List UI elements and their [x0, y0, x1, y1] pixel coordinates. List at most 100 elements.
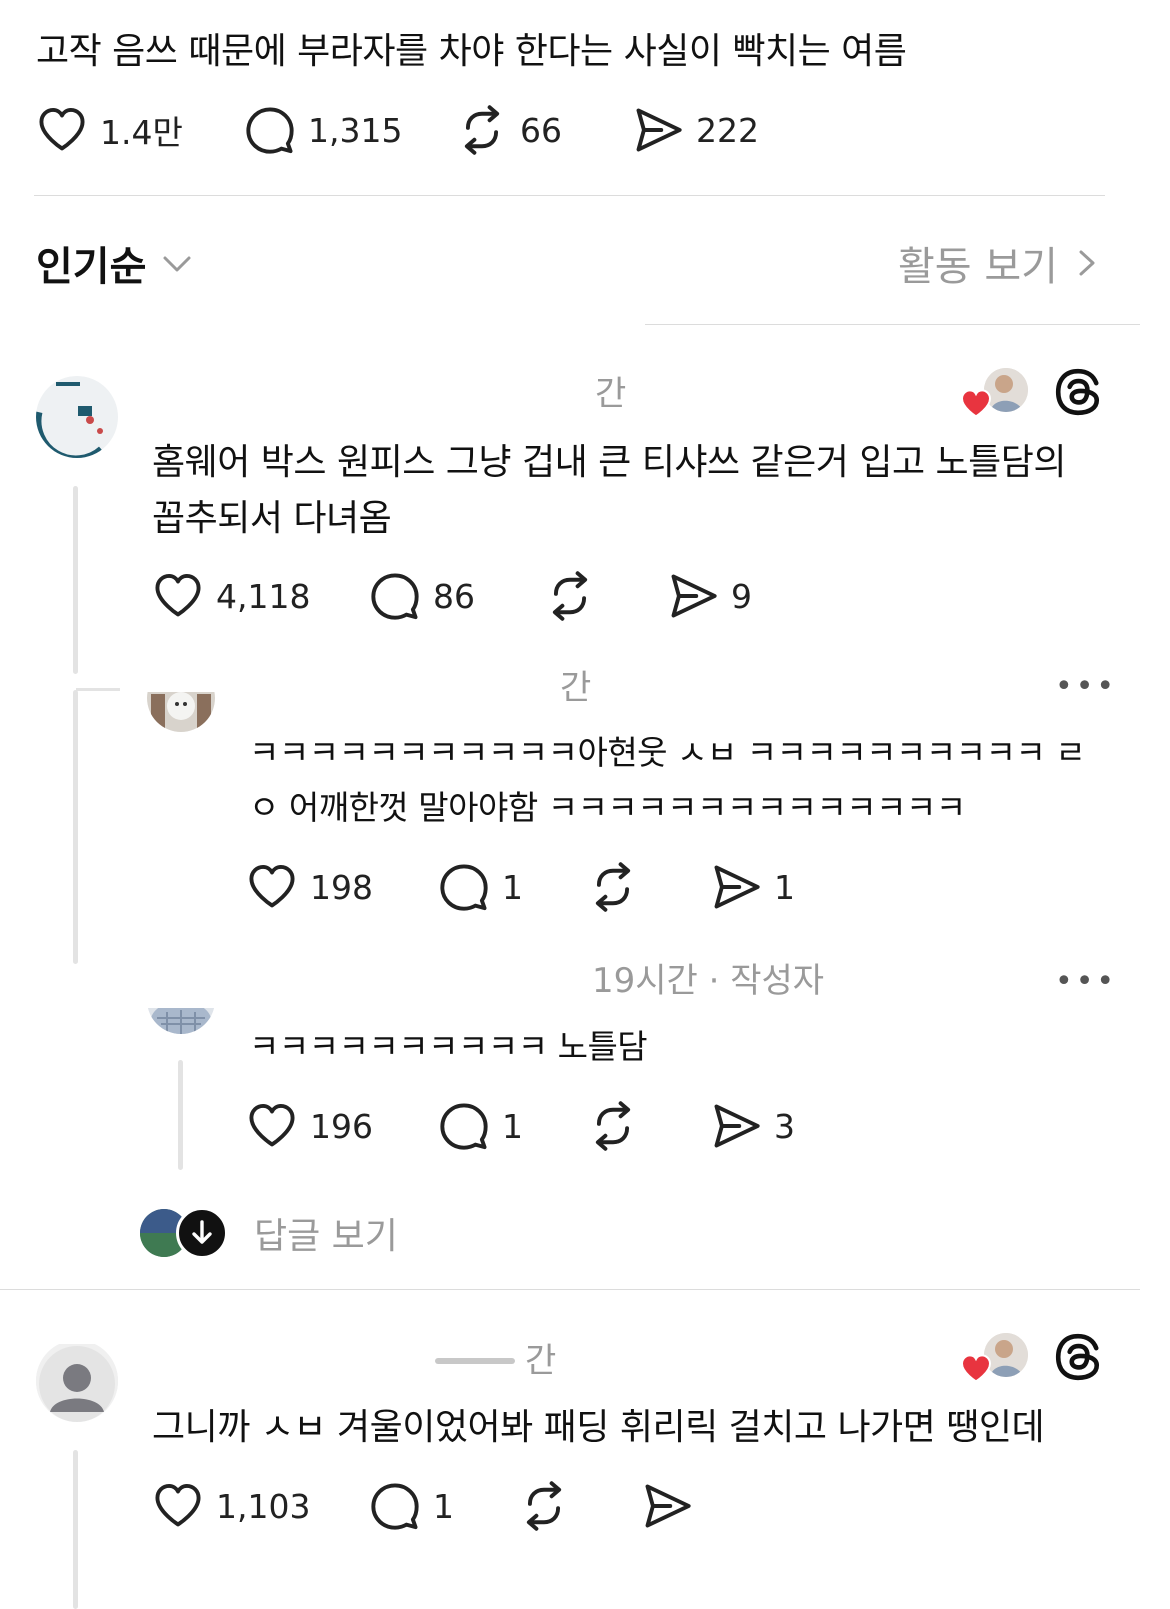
reply-text-line1: 그니까 ㅅㅂ 겨울이었어봐 패딩 휘리릭 걸치고 나가면 땡인데	[152, 1407, 1045, 1448]
reply-like-count: 198	[310, 867, 373, 907]
reply-repost-button[interactable]	[518, 1480, 570, 1532]
repost-arrows-icon	[587, 1100, 639, 1152]
heart-icon	[246, 1100, 298, 1152]
view-replies-button[interactable]: 답글 보기	[140, 1207, 398, 1259]
post-share-count: 222	[696, 110, 759, 150]
more-dots-icon[interactable]: •••	[1055, 672, 1117, 702]
arrow-down-icon	[176, 1207, 228, 1259]
default-avatar-image	[36, 1340, 118, 1422]
avatar-image	[36, 376, 118, 458]
reply-share-button[interactable]: 9	[667, 570, 752, 622]
speech-bubble-icon	[244, 104, 296, 156]
reply-share-count: 1	[774, 867, 795, 907]
mask	[140, 946, 580, 1008]
reply-like-button[interactable]: 196	[246, 1100, 373, 1152]
post-comment-button[interactable]: 1,315	[244, 104, 402, 156]
heart-icon	[152, 1480, 204, 1532]
view-replies-label: 답글 보기	[254, 1216, 398, 1257]
speech-bubble-icon	[438, 1100, 490, 1152]
heart-filled-icon	[960, 1354, 992, 1383]
reply-share-button[interactable]: 1	[710, 861, 795, 913]
repost-arrows-icon	[518, 1480, 570, 1532]
reply-repost-button[interactable]	[587, 1100, 639, 1152]
divider	[0, 1289, 1140, 1290]
threads-logo-icon[interactable]	[1053, 1332, 1103, 1382]
reply-comment-button[interactable]: 1	[438, 861, 523, 913]
divider	[34, 195, 1105, 196]
post-comment-count: 1,315	[308, 110, 403, 150]
post-text: 고작 음쓰 때문에 부라자를 차야 한다는 사실이 빡치는 여름	[36, 31, 907, 72]
reply-repost-button[interactable]	[544, 570, 596, 622]
chevron-right-icon	[1079, 250, 1095, 276]
reply-like-button[interactable]: 4,118	[152, 570, 310, 622]
reply-text-line1: ㅋㅋㅋㅋㅋㅋㅋㅋㅋㅋㅋ아현웃 ㅅㅂ ㅋㅋㅋㅋㅋㅋㅋㅋㅋㅋ ㄹ	[249, 733, 1086, 772]
mask	[140, 630, 600, 692]
reply-like-button[interactable]: 198	[246, 861, 373, 913]
speech-bubble-icon	[369, 570, 421, 622]
reply-like-count: 1,103	[216, 1486, 311, 1526]
thread-line	[178, 1060, 183, 1170]
reply-comment-button[interactable]: 1	[369, 1480, 454, 1532]
post-repost-count: 66	[520, 110, 562, 150]
post-like-button[interactable]: 1.4만	[36, 104, 183, 156]
sort-dropdown[interactable]: 인기순	[36, 234, 194, 292]
thread-line	[73, 1450, 78, 1609]
reply-comment-count: 1	[433, 1486, 454, 1526]
paper-plane-icon	[710, 1100, 762, 1152]
arrow-down-glyph	[192, 1220, 212, 1244]
reply-comment-button[interactable]: 1	[438, 1100, 523, 1152]
thread-line	[73, 486, 78, 674]
paper-plane-icon	[710, 861, 762, 913]
mask	[30, 1318, 120, 1344]
reply-time: 간	[595, 374, 627, 414]
paper-plane-icon	[632, 104, 684, 156]
reply-text-line2: ㅇ 어깨한껏 말아야함 ㅋㅋㅋㅋㅋㅋㅋㅋㅋㅋㅋㅋㅋㅋ	[249, 788, 966, 827]
reply-text-line2: 꼽추되서 다녀옴	[152, 498, 392, 539]
speech-bubble-icon	[438, 861, 490, 913]
heart-icon	[152, 570, 204, 622]
divider	[645, 324, 1140, 325]
post-share-button[interactable]: 222	[632, 104, 759, 156]
reply-share-button[interactable]: 3	[710, 1100, 795, 1152]
reply-comment-count: 1	[502, 867, 523, 907]
reply-like-count: 4,118	[216, 576, 311, 616]
reply-like-count: 196	[310, 1106, 373, 1146]
thread-line	[73, 690, 78, 964]
activity-view-button[interactable]: 활동 보기	[898, 234, 1102, 292]
repost-arrows-icon	[587, 861, 639, 913]
post-repost-button[interactable]: 66	[456, 104, 562, 156]
reply-avatars	[140, 1207, 228, 1259]
post-like-count: 1.4만	[100, 113, 183, 152]
sort-label: 인기순	[36, 244, 147, 290]
chevron-down-icon	[163, 256, 191, 272]
heart-icon	[36, 104, 88, 156]
speech-bubble-icon	[369, 1480, 421, 1532]
reply-share-button[interactable]	[641, 1480, 693, 1532]
reply-like-button[interactable]: 1,103	[152, 1480, 310, 1532]
activity-view-label: 활동 보기	[898, 244, 1058, 290]
heart-icon	[246, 861, 298, 913]
redacted-name	[435, 1358, 515, 1364]
repost-arrows-icon	[544, 570, 596, 622]
avatar[interactable]	[36, 1340, 118, 1422]
repost-arrows-icon	[456, 104, 508, 156]
reply-share-count: 9	[731, 576, 752, 616]
reply-comment-button[interactable]: 86	[369, 570, 475, 622]
reply-time: 19시간 · 작성자	[592, 961, 825, 1001]
reply-text-line1: 홈웨어 박스 원피스 그냥 겁내 큰 티샤쓰 같은거 입고 노틀담의	[152, 442, 1067, 483]
more-dots-icon[interactable]: •••	[1055, 967, 1117, 997]
liked-by-author-indicator	[960, 1331, 1030, 1383]
reply-comment-count: 86	[433, 576, 475, 616]
thread-connector	[76, 688, 120, 691]
reply-comment-count: 1	[502, 1106, 523, 1146]
paper-plane-icon	[641, 1480, 693, 1532]
heart-filled-icon	[960, 389, 992, 418]
reply-time: 간	[560, 668, 592, 708]
reply-time: 간	[525, 1341, 557, 1381]
reply-repost-button[interactable]	[587, 861, 639, 913]
reply-text-line1: ㅋㅋㅋㅋㅋㅋㅋㅋㅋㅋ 노틀담	[249, 1027, 648, 1066]
avatar[interactable]	[36, 376, 118, 458]
liked-by-author-indicator	[960, 366, 1030, 418]
paper-plane-icon	[667, 570, 719, 622]
threads-logo-icon[interactable]	[1053, 367, 1103, 417]
